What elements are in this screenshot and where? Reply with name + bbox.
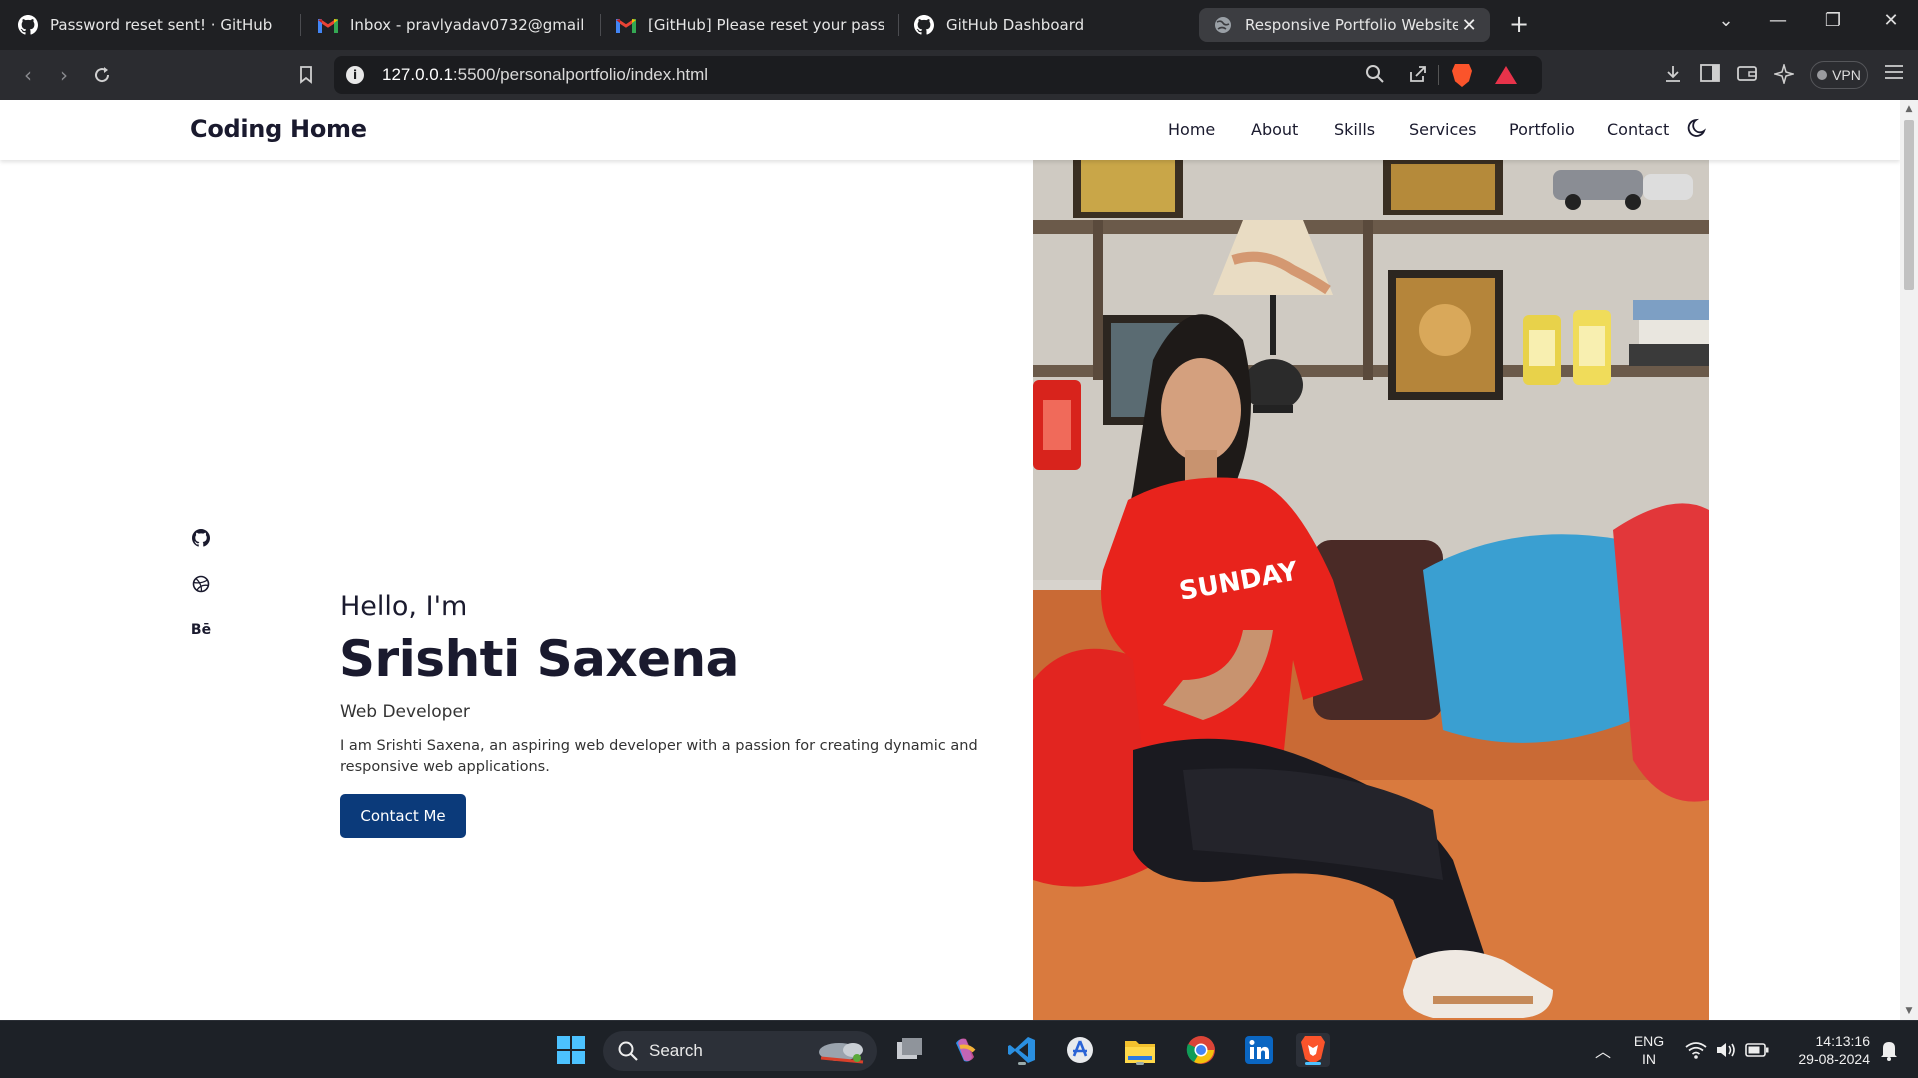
brave-browser-icon[interactable]: [1296, 1033, 1330, 1067]
forward-icon[interactable]: ›: [51, 62, 77, 88]
profile-photo: SUNDAY: [1033, 160, 1709, 1020]
language-indicator[interactable]: ENG IN: [1624, 1032, 1674, 1068]
language-region: IN: [1642, 1051, 1656, 1067]
sidebar-icon[interactable]: [1698, 64, 1722, 87]
windows-taskbar: Search ︿ ENG IN 14:13:16 29-08-2024: [0, 1020, 1918, 1078]
clock-time: 14:13:16: [1815, 1033, 1871, 1049]
close-window-icon[interactable]: ✕: [1876, 10, 1906, 31]
scroll-up-icon[interactable]: ▲: [1904, 104, 1914, 114]
nav-about[interactable]: About: [1251, 120, 1298, 139]
tab-portfolio-active[interactable]: Responsive Portfolio Website ✕: [1199, 8, 1490, 42]
browser-toolbar: ‹ › i 127.0.0.1:5500/personalportfolio/i…: [0, 50, 1918, 100]
tab-github-reset-email[interactable]: [GitHub] Please reset your password: [616, 8, 884, 42]
gmail-icon: [318, 15, 338, 35]
menu-icon[interactable]: [1882, 64, 1906, 85]
tab-divider: [300, 14, 301, 36]
nav-services[interactable]: Services: [1409, 120, 1476, 139]
bookmark-icon[interactable]: [293, 62, 319, 88]
tab-label: [GitHub] Please reset your password: [648, 16, 884, 34]
nav-contact[interactable]: Contact: [1607, 120, 1669, 139]
tab-gmail-inbox[interactable]: Inbox - pravlyadav0732@gmail.com: [318, 8, 586, 42]
restore-icon[interactable]: ❐: [1818, 10, 1848, 31]
scroll-down-icon[interactable]: ▼: [1904, 1006, 1914, 1016]
github-icon: [914, 15, 934, 35]
contact-me-button[interactable]: Contact Me: [340, 794, 466, 838]
moon-icon[interactable]: [1687, 117, 1709, 139]
linkedin-icon[interactable]: [1242, 1033, 1276, 1067]
vscode-icon[interactable]: [1005, 1033, 1039, 1067]
share-icon[interactable]: [1407, 64, 1429, 86]
windows-start-icon[interactable]: [554, 1033, 588, 1067]
gmail-icon: [616, 15, 636, 35]
page-viewport: Coding Home Home About Skills Services P…: [0, 100, 1900, 1020]
url-text[interactable]: 127.0.0.1:5500/personalportfolio/index.h…: [382, 65, 708, 85]
reload-icon[interactable]: [89, 62, 115, 88]
clock-date: 29-08-2024: [1798, 1051, 1870, 1067]
file-explorer-icon[interactable]: [1123, 1033, 1157, 1067]
taskbar-search[interactable]: Search: [603, 1031, 877, 1071]
scrollbar-thumb[interactable]: [1904, 120, 1914, 290]
globe-icon: [1213, 15, 1233, 35]
site-logo[interactable]: Coding Home: [190, 115, 367, 143]
address-bar[interactable]: i 127.0.0.1:5500/personalportfolio/index…: [334, 56, 1542, 94]
clock[interactable]: 14:13:16 29-08-2024: [1780, 1032, 1870, 1068]
search-label: Search: [649, 1041, 703, 1060]
hero-role: Web Developer: [340, 702, 470, 722]
tab-label: Password reset sent! · GitHub: [50, 16, 273, 34]
back-icon[interactable]: ‹: [15, 62, 41, 88]
minimize-icon[interactable]: —: [1763, 10, 1793, 31]
vpn-label: VPN: [1832, 67, 1861, 83]
vpn-button[interactable]: VPN: [1810, 61, 1868, 89]
new-tab-button[interactable]: +: [1506, 10, 1532, 38]
hero-description: I am Srishti Saxena, an aspiring web dev…: [340, 738, 978, 775]
url-path: :5500/personalportfolio/index.html: [452, 65, 709, 84]
task-view-icon[interactable]: [893, 1033, 927, 1067]
hero-name: Srishti Saxena: [339, 630, 739, 688]
language-code: ENG: [1633, 1033, 1665, 1049]
zoom-icon[interactable]: [1364, 64, 1386, 86]
nav-skills[interactable]: Skills: [1334, 120, 1375, 139]
tab-label: Responsive Portfolio Website: [1245, 16, 1459, 34]
battery-icon[interactable]: [1740, 1033, 1774, 1067]
tray-overflow-icon[interactable]: ︿: [1586, 1033, 1620, 1067]
browser-tab-bar: Password reset sent! · GitHub Inbox - pr…: [0, 0, 1918, 50]
copilot-icon[interactable]: [948, 1033, 982, 1067]
notifications-icon[interactable]: [1872, 1033, 1906, 1067]
toolbar-divider: [1438, 65, 1439, 85]
brave-rewards-icon[interactable]: [1495, 66, 1517, 84]
search-highlight-icon: [813, 1036, 871, 1070]
page-scrollbar[interactable]: ▲ ▼: [1900, 100, 1918, 1020]
tab-search-chevron-icon[interactable]: ⌄: [1711, 10, 1741, 31]
downloads-icon[interactable]: [1661, 64, 1685, 89]
search-icon: [617, 1040, 639, 1066]
hero-greeting: Hello, I'm: [340, 591, 468, 622]
dribbble-icon[interactable]: [190, 573, 212, 595]
vpn-status-icon: [1817, 70, 1828, 80]
nav-home[interactable]: Home: [1168, 120, 1215, 139]
tab-github-dashboard[interactable]: GitHub Dashboard: [914, 8, 1176, 42]
site-info-icon[interactable]: i: [346, 66, 364, 84]
wifi-icon[interactable]: [1679, 1033, 1713, 1067]
running-indicator: [1018, 1062, 1026, 1065]
wallet-icon[interactable]: [1735, 64, 1759, 87]
tab-label: Inbox - pravlyadav0732@gmail.com: [350, 16, 586, 34]
github-icon: [18, 15, 38, 35]
url-host: 127.0.0.1: [382, 65, 453, 84]
tab-label: GitHub Dashboard: [946, 16, 1085, 34]
tab-divider: [898, 14, 899, 36]
chrome-icon[interactable]: [1184, 1033, 1218, 1067]
behance-icon[interactable]: Bē: [190, 619, 212, 641]
nav-portfolio[interactable]: Portfolio: [1509, 120, 1575, 139]
tab-password-reset[interactable]: Password reset sent! · GitHub: [18, 8, 288, 42]
site-header: Coding Home Home About Skills Services P…: [0, 100, 1900, 160]
leo-ai-icon[interactable]: [1772, 62, 1796, 89]
volume-icon[interactable]: [1709, 1033, 1743, 1067]
github-icon[interactable]: [190, 527, 212, 549]
tab-divider: [600, 14, 601, 36]
close-tab-icon[interactable]: ✕: [1458, 15, 1480, 36]
running-indicator: [1136, 1062, 1144, 1065]
running-indicator: [1305, 1062, 1321, 1065]
app-store-icon[interactable]: [1063, 1033, 1097, 1067]
